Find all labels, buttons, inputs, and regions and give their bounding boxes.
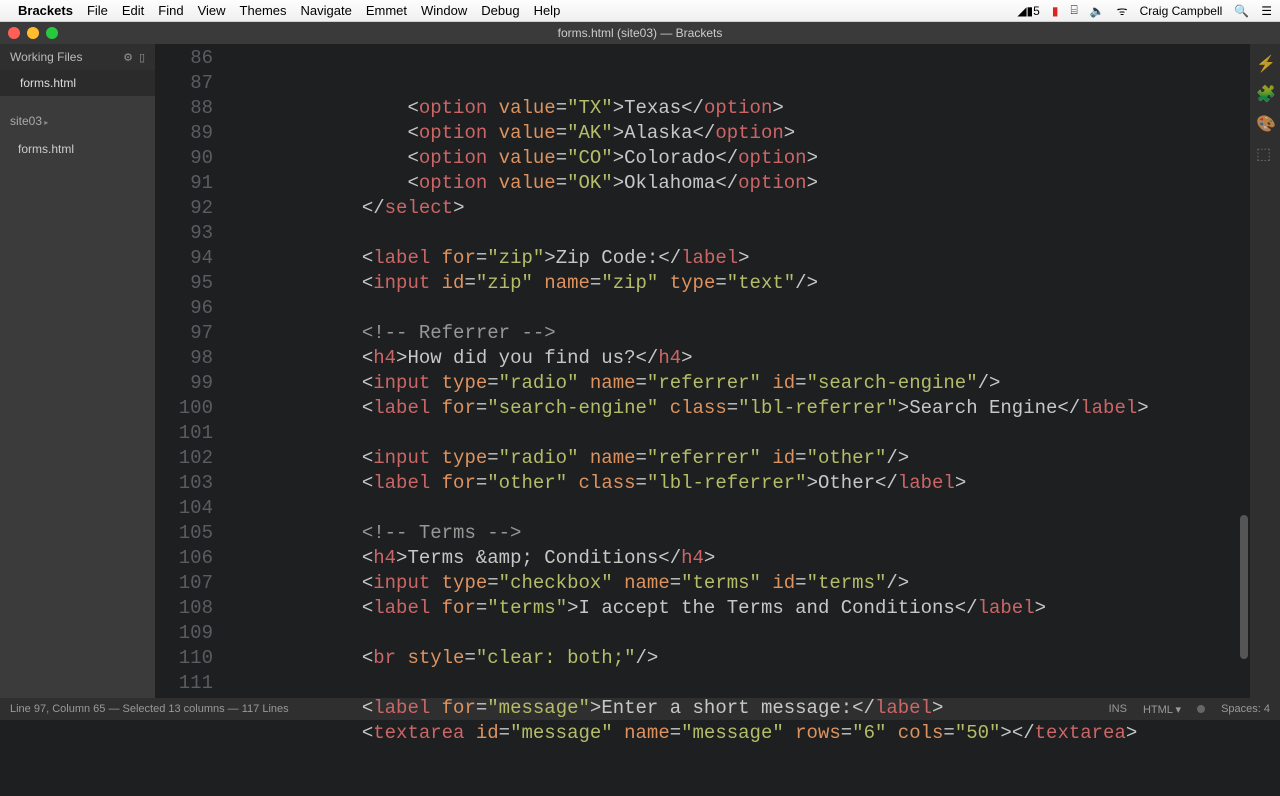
- menu-file[interactable]: File: [87, 3, 108, 18]
- working-files-label: Working Files: [10, 50, 82, 64]
- adobe-icon[interactable]: ◢▮5: [1017, 4, 1040, 18]
- macos-menubar: Brackets File Edit Find View Themes Navigate E…: [0, 0, 1280, 22]
- code-line[interactable]: <h4>Terms &amp; Conditions</h4>: [225, 546, 1250, 571]
- airplay-icon[interactable]: ⌸: [1070, 3, 1077, 18]
- code-line[interactable]: <textarea id="message" name="message" ro…: [225, 721, 1250, 746]
- code-line[interactable]: [225, 671, 1250, 696]
- code-line[interactable]: <h4>How did you find us?</h4>: [225, 346, 1250, 371]
- code-line[interactable]: <!-- Referrer -->: [225, 321, 1250, 346]
- menu-view[interactable]: View: [198, 3, 226, 18]
- code-line[interactable]: <label for="zip">Zip Code:</label>: [225, 246, 1250, 271]
- code-line[interactable]: <option value="AK">Alaska</option>: [225, 121, 1250, 146]
- code-line[interactable]: <option value="TX">Texas</option>: [225, 96, 1250, 121]
- user-name[interactable]: Craig Campbell: [1140, 4, 1223, 18]
- extension-icon[interactable]: 🧩: [1256, 84, 1274, 102]
- scroll-thumb[interactable]: [1240, 515, 1248, 659]
- code-line[interactable]: <input type="radio" name="referrer" id="…: [225, 446, 1250, 471]
- code-line[interactable]: <label for="other" class="lbl-referrer">…: [225, 471, 1250, 496]
- code-line[interactable]: <input type="checkbox" name="terms" id="…: [225, 571, 1250, 596]
- code-line[interactable]: <label for="message">Enter a short messa…: [225, 696, 1250, 721]
- code-line[interactable]: <label for="search-engine" class="lbl-re…: [225, 396, 1250, 421]
- menu-window[interactable]: Window: [421, 3, 467, 18]
- right-toolbar: ⚡ 🧩 🎨 ⬚: [1250, 44, 1280, 698]
- live-preview-icon[interactable]: ⚡: [1256, 54, 1274, 72]
- code-line[interactable]: [225, 496, 1250, 521]
- code-line[interactable]: <label for="terms">I accept the Terms an…: [225, 596, 1250, 621]
- code-line[interactable]: </select>: [225, 196, 1250, 221]
- scrollbar[interactable]: [1240, 44, 1248, 698]
- hamburger-icon[interactable]: ☰: [1261, 4, 1272, 18]
- app-name[interactable]: Brackets: [18, 3, 73, 18]
- minimize-window-button[interactable]: [27, 27, 39, 39]
- editor[interactable]: 8687888990919293949596979899100101102103…: [155, 44, 1250, 698]
- menu-emmet[interactable]: Emmet: [366, 3, 407, 18]
- code-line[interactable]: <input type="radio" name="referrer" id="…: [225, 371, 1250, 396]
- code-line[interactable]: [225, 421, 1250, 446]
- window-title: forms.html (site03) — Brackets: [558, 26, 723, 40]
- menu-find[interactable]: Find: [158, 3, 183, 18]
- menu-edit[interactable]: Edit: [122, 3, 144, 18]
- code-line[interactable]: [225, 621, 1250, 646]
- project-file-item[interactable]: forms.html: [0, 136, 155, 162]
- record-icon[interactable]: ▮: [1052, 4, 1059, 18]
- line-gutter: 8687888990919293949596979899100101102103…: [155, 44, 225, 698]
- menu-debug[interactable]: Debug: [481, 3, 519, 18]
- code-line[interactable]: <option value="CO">Colorado</option>: [225, 146, 1250, 171]
- sidebar: Working Files ⚙ ▯ forms.html site03 form…: [0, 44, 155, 698]
- volume-icon[interactable]: 🔈: [1090, 4, 1105, 18]
- code-line[interactable]: <br style="clear: both;"/>: [225, 646, 1250, 671]
- palette-icon[interactable]: 🎨: [1256, 114, 1274, 132]
- code-line[interactable]: <option value="OK">Oklahoma</option>: [225, 171, 1250, 196]
- window-titlebar: forms.html (site03) — Brackets: [0, 22, 1280, 44]
- wifi-icon[interactable]: ᯤ: [1117, 2, 1128, 19]
- close-window-button[interactable]: [8, 27, 20, 39]
- spotlight-icon[interactable]: 🔍: [1234, 4, 1249, 18]
- menu-help[interactable]: Help: [534, 3, 561, 18]
- module-icon[interactable]: ⬚: [1256, 144, 1274, 162]
- split-icon[interactable]: ▯: [139, 51, 145, 64]
- code-line[interactable]: [225, 296, 1250, 321]
- working-file-item[interactable]: forms.html: [0, 70, 155, 96]
- working-files-header[interactable]: Working Files ⚙ ▯: [0, 44, 155, 70]
- code-line[interactable]: <input id="zip" name="zip" type="text"/>: [225, 271, 1250, 296]
- menu-themes[interactable]: Themes: [240, 3, 287, 18]
- project-dropdown[interactable]: site03: [0, 106, 155, 136]
- code-line[interactable]: <!-- Terms -->: [225, 521, 1250, 546]
- code-line[interactable]: [225, 221, 1250, 246]
- gear-icon[interactable]: ⚙: [123, 51, 133, 64]
- menu-navigate[interactable]: Navigate: [301, 3, 352, 18]
- zoom-window-button[interactable]: [46, 27, 58, 39]
- code-area[interactable]: <option value="TX">Texas</option> <optio…: [225, 44, 1250, 698]
